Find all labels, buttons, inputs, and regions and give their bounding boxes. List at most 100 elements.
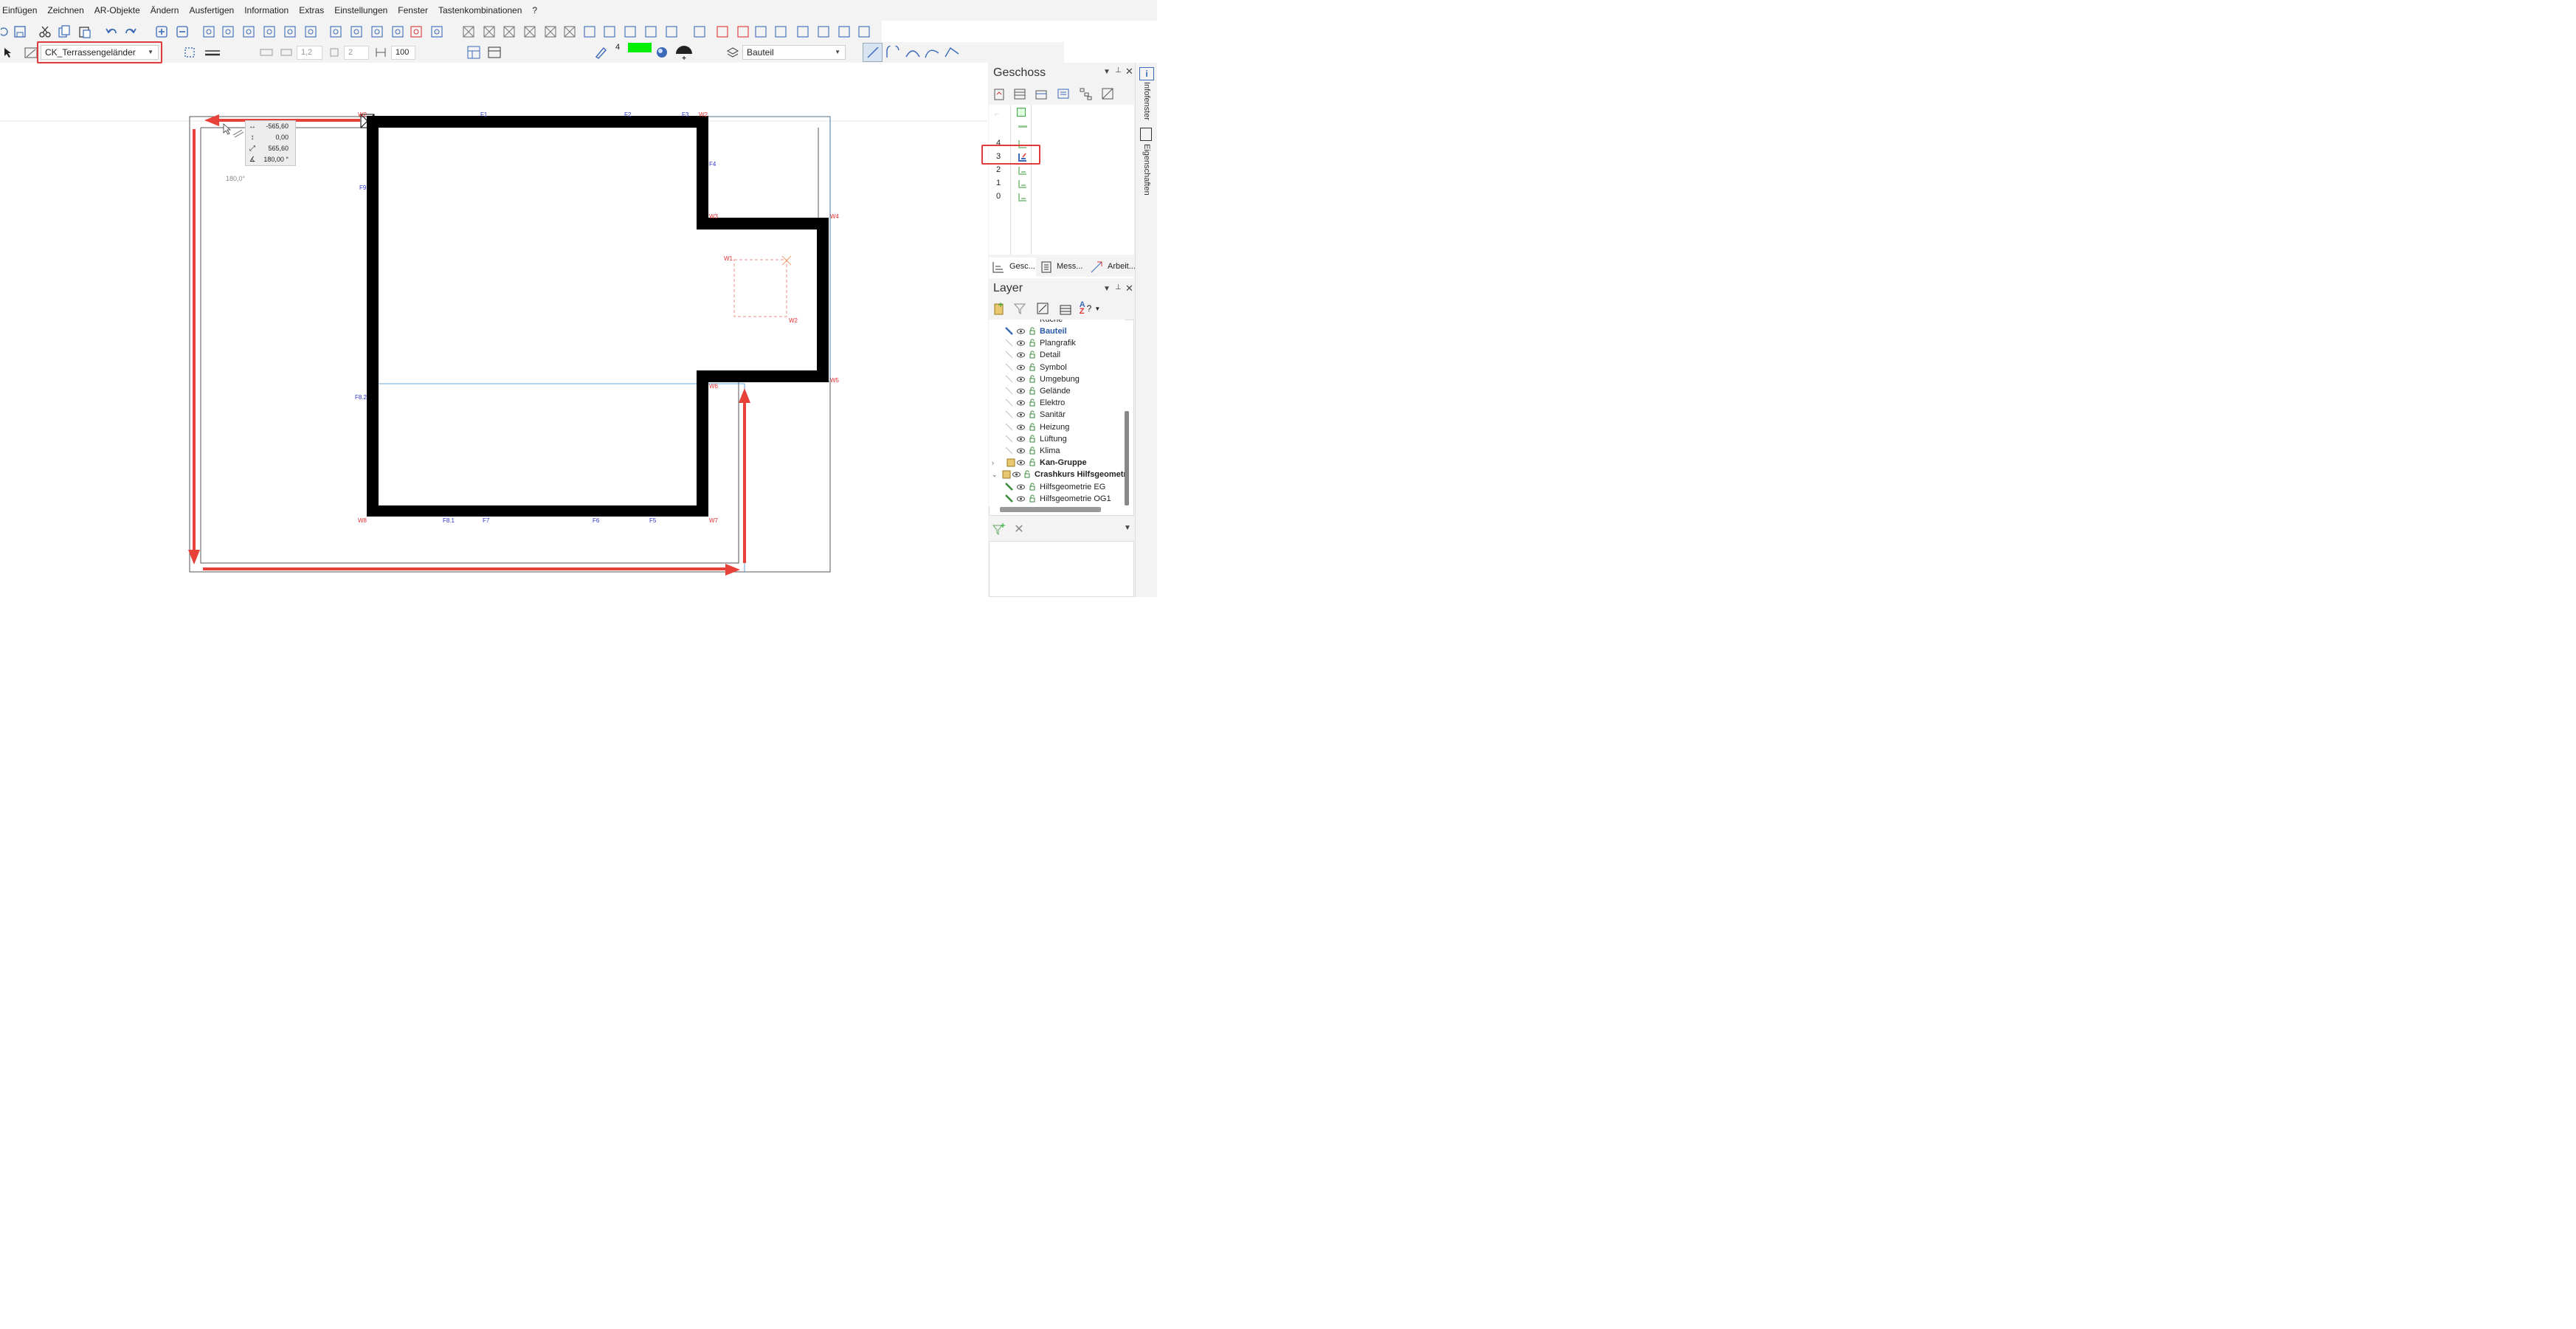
render-3d-icon[interactable] [836, 21, 852, 42]
lock-icon[interactable] [1029, 494, 1035, 503]
length-row[interactable]: ⤢ 565,60 [246, 143, 295, 154]
history-icon[interactable] [0, 21, 10, 42]
layer-icon[interactable] [725, 42, 741, 63]
copy-obj-icon[interactable] [201, 21, 217, 42]
layer-row-elektro[interactable]: Elektro [989, 397, 1125, 409]
layer-row-klima[interactable]: Klima [989, 445, 1125, 457]
group-icon[interactable] [303, 21, 319, 42]
layer-row-umgebung[interactable]: Umgebung [989, 373, 1125, 385]
arc-icon[interactable] [884, 42, 902, 63]
menu-help[interactable]: ? [527, 0, 542, 21]
menu-ar-objekte[interactable]: AR-Objekte [89, 0, 145, 21]
ruler-icon[interactable] [429, 21, 445, 42]
layer-status-icon[interactable] [1005, 387, 1013, 395]
section-icon[interactable] [486, 42, 503, 63]
coordinate-input-box[interactable]: ↔ -565,60 ↕ 0,00 ⤢ 565,60 ∡ 180,00 ° [245, 120, 296, 166]
layer-structure-icon[interactable] [1058, 303, 1073, 317]
undo-icon[interactable] [103, 21, 120, 42]
lock-icon[interactable] [1029, 398, 1035, 407]
layer-status-icon[interactable] [1005, 339, 1013, 347]
tab-messen[interactable]: Mess... [1036, 258, 1085, 277]
layer-status-icon[interactable] [1005, 494, 1013, 503]
divide-icon[interactable] [390, 21, 406, 42]
close-icon[interactable]: ✕ [1125, 66, 1133, 77]
stair-icon[interactable] [795, 21, 811, 42]
drawing-canvas[interactable]: 180,0° ↔ -565,60 ↕ 0,00 ⤢ 565,60 ∡ 180,00 ° … [0, 63, 987, 597]
arc-tool-icon[interactable] [815, 21, 832, 42]
lock-icon[interactable] [1029, 435, 1035, 443]
eye-icon[interactable] [1012, 472, 1021, 477]
move-icon[interactable] [220, 21, 236, 42]
floor-row-0[interactable]: 0 [989, 190, 1134, 204]
layer-status-icon[interactable] [1005, 435, 1013, 443]
value-field[interactable]: 100 [391, 46, 415, 60]
pin-icon[interactable]: ⊥ [1115, 66, 1122, 75]
eye-icon[interactable] [1017, 424, 1025, 430]
layer-status-icon[interactable] [1005, 351, 1013, 359]
floor-settings-icon[interactable] [1100, 86, 1115, 101]
width-icon[interactable] [278, 42, 294, 63]
rotate-icon[interactable] [241, 21, 257, 42]
floor-model-icon[interactable] [1034, 86, 1049, 101]
eye-icon[interactable] [1017, 365, 1025, 370]
layer-row-gelände[interactable]: Gelände [989, 385, 1125, 397]
layer-combo[interactable]: Bauteil ▼ [742, 45, 846, 60]
move-d-icon[interactable] [663, 21, 680, 42]
mirror-icon[interactable] [261, 21, 277, 42]
delete-b-icon[interactable] [481, 21, 497, 42]
railing-type-icon[interactable] [24, 42, 38, 63]
sort-az-icon[interactable]: A Z? ▼ [1079, 301, 1101, 316]
arc-3pt-icon[interactable] [903, 42, 922, 63]
menu-zeichnen[interactable]: Zeichnen [42, 0, 89, 21]
tab-eigenschaften[interactable]: Eigenschaften [1136, 144, 1157, 203]
layer-hscrollbar[interactable] [1000, 507, 1101, 512]
menu-einstellungen[interactable]: Einstellungen [329, 0, 393, 21]
cut-icon[interactable] [37, 21, 53, 42]
redo-icon[interactable] [122, 21, 139, 42]
chevron-right-icon[interactable]: › [992, 457, 994, 469]
layer-status-icon[interactable] [1005, 423, 1013, 431]
lock-icon[interactable] [1029, 458, 1035, 466]
layer-scrollbar[interactable] [1125, 411, 1129, 505]
layer-row-kan-gruppe[interactable]: › Kan-Gruppe [989, 457, 1125, 469]
surface-icon[interactable] [655, 42, 669, 63]
delete-a-icon[interactable] [460, 21, 477, 42]
eye-icon[interactable] [1017, 388, 1025, 394]
layer-row-bauteil[interactable]: Bauteil [989, 325, 1125, 337]
move-c-icon[interactable] [643, 21, 659, 42]
width-field[interactable]: 1,2 [297, 46, 322, 60]
active-layer-icon[interactable] [1005, 327, 1013, 335]
delete-e-icon[interactable] [542, 21, 559, 42]
pen-color-swatch[interactable] [628, 43, 652, 52]
eye-icon[interactable] [1017, 412, 1025, 418]
delete-c-icon[interactable] [501, 21, 517, 42]
menu-einfuegen[interactable]: Einfügen [0, 0, 42, 21]
move-b-icon[interactable] [622, 21, 638, 42]
lock-icon[interactable] [1029, 423, 1035, 431]
panel-menu-icon[interactable]: ▼ [1103, 285, 1111, 293]
angle-row[interactable]: ∡ 180,00 ° [246, 154, 295, 165]
eye-icon[interactable] [1017, 352, 1025, 358]
tab-geschoss[interactable]: Gesc... [989, 258, 1036, 277]
lock-icon[interactable] [1029, 375, 1035, 383]
delete-f-icon[interactable] [562, 21, 578, 42]
filter-menu-icon[interactable]: ▼ [1124, 524, 1131, 532]
remove-filter-icon[interactable]: ✕ [1012, 522, 1026, 536]
layer-row-hilfsgeometrie-og1[interactable]: Hilfsgeometrie OG1 [989, 493, 1125, 505]
lock-icon[interactable] [1029, 339, 1035, 347]
menu-tastenkombinationen[interactable]: Tastenkombinationen [433, 0, 527, 21]
zoom-in-icon[interactable] [153, 21, 170, 42]
camera-icon[interactable] [856, 21, 872, 42]
pyramid-icon[interactable] [581, 21, 598, 42]
layer-row-detail[interactable]: Detail [989, 349, 1125, 361]
pointer-icon[interactable] [0, 42, 15, 63]
lock-icon[interactable] [1029, 351, 1035, 359]
eye-icon[interactable] [1017, 376, 1025, 382]
layer-status-icon[interactable] [1005, 398, 1013, 407]
hatch-icon[interactable] [258, 42, 275, 63]
lock-icon[interactable] [1029, 446, 1035, 455]
info-icon[interactable]: i [1139, 67, 1154, 80]
format-icon[interactable] [465, 42, 483, 63]
layer-status-icon[interactable] [1005, 363, 1013, 371]
panel-menu-icon[interactable]: ▼ [1103, 68, 1111, 76]
